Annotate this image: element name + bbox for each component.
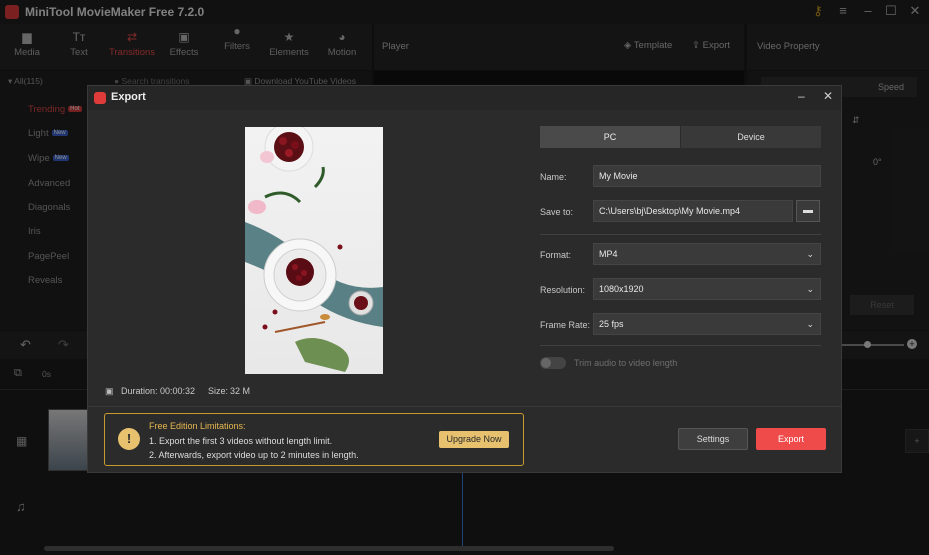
app-logo-icon <box>94 92 106 104</box>
upgrade-now-button[interactable]: Upgrade Now <box>439 431 509 448</box>
save-to-label: Save to: <box>540 207 574 217</box>
dialog-header: Export – ✕ <box>88 86 841 110</box>
trim-audio-toggle[interactable] <box>540 357 566 369</box>
free-edition-limitations: ! Free Edition Limitations: 1. Export th… <box>104 413 524 466</box>
name-label: Name: <box>540 172 567 182</box>
duration-value: 00:00:32 <box>160 386 196 396</box>
dialog-title: Export <box>111 91 146 103</box>
toggle-knob <box>541 358 551 368</box>
size-value: 32 M <box>230 386 251 396</box>
dialog-minimize-button[interactable]: – <box>798 89 805 103</box>
name-input[interactable]: My Movie <box>593 165 821 187</box>
resolution-label: Resolution: <box>540 285 586 295</box>
export-button[interactable]: Export <box>756 428 826 450</box>
chevron-down-icon: ⌄ <box>806 249 814 259</box>
resolution-select[interactable]: 1080x1920 ⌄ <box>593 278 821 300</box>
section-divider <box>540 345 821 346</box>
info-icon: ! <box>118 428 140 450</box>
dialog-close-button[interactable]: ✕ <box>823 89 833 103</box>
duration-label: Duration: <box>121 386 158 396</box>
format-label: Format: <box>540 250 572 260</box>
format-select[interactable]: MP4 ⌄ <box>593 243 821 265</box>
settings-button[interactable]: Settings <box>678 428 748 450</box>
size-label: Size: <box>208 386 229 396</box>
browse-folder-icon[interactable]: ▬ <box>796 200 820 222</box>
save-path-input[interactable]: C:\Users\bj\Desktop\My Movie.mp4 <box>593 200 793 222</box>
chevron-down-icon: ⌄ <box>806 319 814 329</box>
frame-rate-label: Frame Rate: <box>540 320 591 330</box>
film-icon: ▣ <box>105 386 114 396</box>
chevron-down-icon: ⌄ <box>806 284 814 294</box>
frame-rate-select[interactable]: 25 fps ⌄ <box>593 313 821 335</box>
trim-audio-label: Trim audio to video length <box>574 358 678 368</box>
tab-pc[interactable]: PC <box>540 126 680 148</box>
limitation-2: 2. Afterwards, export video up to 2 minu… <box>149 450 359 460</box>
limitation-1: 1. Export the first 3 videos without len… <box>149 436 333 446</box>
tab-device[interactable]: Device <box>681 126 821 148</box>
video-preview-thumbnail <box>245 127 383 374</box>
section-divider <box>540 234 821 235</box>
footer-divider <box>88 406 841 407</box>
limitations-title: Free Edition Limitations: <box>149 421 246 431</box>
export-target-tabs: PC Device <box>540 126 821 148</box>
export-dialog: Export – ✕ ▣ Duration: 00:00:32 Size: 32… <box>87 85 842 473</box>
